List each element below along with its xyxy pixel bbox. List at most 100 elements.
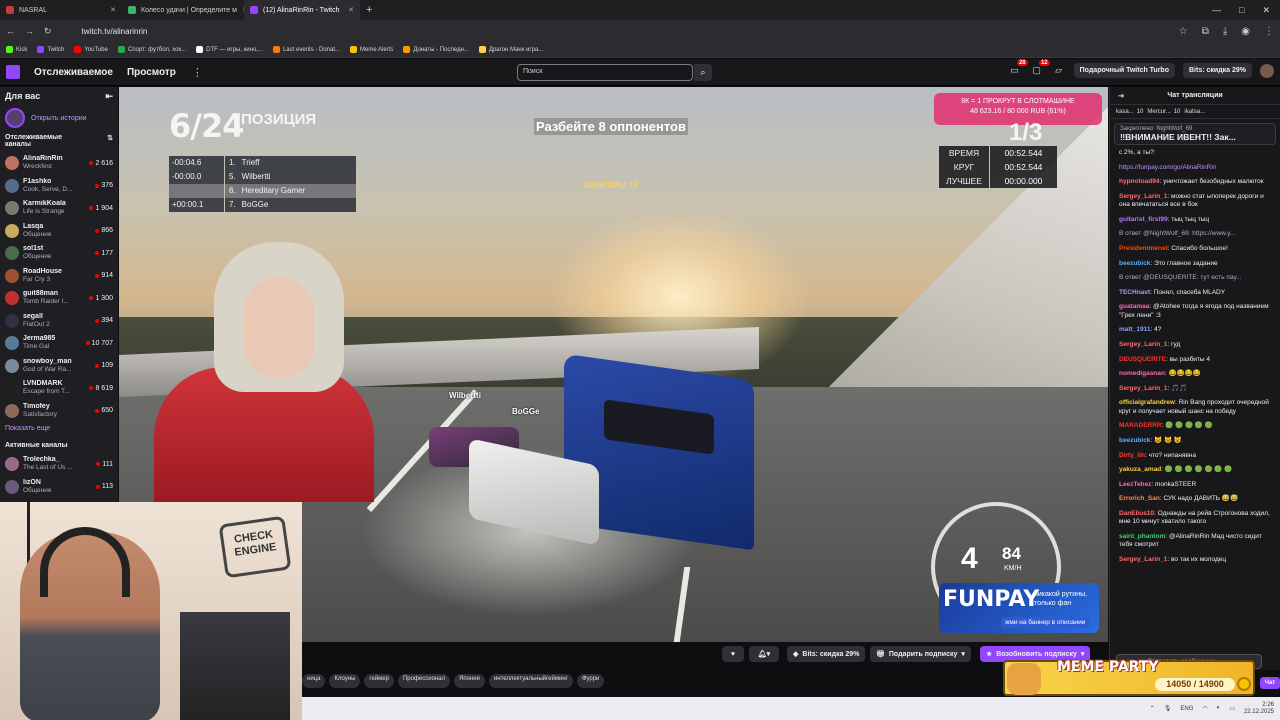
gifter[interactable]: Mercur... 10 [1147,109,1180,115]
volume-icon[interactable]: 🔈︎ [1217,705,1221,712]
chat-username[interactable]: DanElius10 [1119,510,1154,517]
sidebar-channel[interactable]: Timofey Satisfactory 650 [5,400,113,423]
funpay-banner[interactable]: FUNPAY никакой рутины, только фан жми на … [939,583,1099,633]
sort-icon[interactable]: ⇅ [107,134,113,148]
sidebar-channel[interactable]: KarmikKoala Life is Strange 1 904 [5,197,113,220]
bookmark-star-icon[interactable]: ☆ [1179,26,1188,37]
sidebar-channel[interactable]: guit88man Tomb Raider I... 1 300 [5,287,113,310]
downloads-icon[interactable]: ⤓ [1223,26,1227,37]
profile-icon[interactable]: ◉ [1241,26,1250,37]
user-avatar[interactable] [1260,63,1274,78]
sidebar-channel[interactable]: lizON Общение 113 [5,476,113,499]
stream-tag[interactable]: геймер [364,674,394,688]
collapse-icon[interactable]: ⇤ [105,91,113,102]
chat-username[interactable]: MARADERRR [1119,422,1162,429]
sidebar-channel[interactable]: AlinaRinRin Wreckfest 2 616 [5,152,113,175]
browser-tab[interactable]: Колесо удачи | Определите м✕ [122,0,244,20]
language-indicator[interactable]: ENG [1180,706,1193,712]
minimize-icon[interactable]: — [1212,5,1221,16]
chat-username[interactable]: Presidentmenet [1119,245,1168,252]
whispers-icon[interactable]: ▱ [1052,65,1066,77]
battery-icon[interactable]: ▭ [1229,705,1235,712]
notifications-icon[interactable]: ▢ 12 [1030,59,1050,77]
bookmark-item[interactable]: Meme Alerts [350,46,393,53]
chat-username[interactable]: hypnotoad94 [1119,178,1159,185]
forward-icon[interactable]: → [25,26,34,36]
browser-tab[interactable]: NASRAL ✕ [0,0,122,20]
chat-username[interactable]: Sergey_Larin_1 [1119,385,1167,392]
sidebar-channel[interactable]: segall FlatOut 2 394 [5,310,113,333]
chat-username[interactable]: officialgrafandrew [1119,399,1175,406]
chat-username[interactable]: Dirty_lin [1119,452,1145,459]
search-icon[interactable]: ⌕ [694,64,712,81]
wifi-icon[interactable]: ◠ [1202,705,1207,712]
more-icon[interactable]: ⋮ [192,66,203,79]
chat-username[interactable]: Sergey_Larin_1 [1119,556,1167,563]
chat-username[interactable]: beezubick [1119,437,1150,444]
bits-button[interactable]: ◆ Bits: скидка 29% [787,646,866,662]
chat-username[interactable]: Errorich_San [1119,495,1160,502]
gift-sub-button[interactable]: 🎁︎ Подарить подписку ▾ [870,646,971,662]
chat-username[interactable]: saint_phantom [1119,533,1165,540]
inbox-icon[interactable]: ▭ 28 [1008,59,1028,77]
chat-username[interactable]: guatamaa [1119,303,1149,310]
back-icon[interactable]: ← [6,26,15,36]
nav-following[interactable]: Отслеживаемое [34,67,113,78]
twitch-logo-icon[interactable] [6,65,20,79]
bookmark-item[interactable]: Twitch [37,46,64,53]
browser-tab-active[interactable]: (12) AlinaRinRin - Twitch ✕ [244,0,360,20]
chat-username[interactable]: nomedigasnan [1119,370,1165,377]
tray-up-icon[interactable]: ⌃ [1150,705,1155,712]
nav-browse[interactable]: Просмотр [127,67,176,78]
bookmark-item[interactable]: Last events - Donat... [272,46,340,53]
chat-username[interactable]: Sergey_Larin_1 [1119,193,1167,200]
close-icon[interactable]: ✕ [110,6,116,14]
sidebar-channel[interactable]: Lasqa Общение 866 [5,220,113,243]
sidebar-channel[interactable]: RoadHouse Far Cry 3 914 [5,265,113,288]
chat-username[interactable]: LeezTehez [1119,481,1151,488]
chat-username[interactable]: Sergey_Larin_1 [1119,341,1167,348]
stream-tag[interactable]: ница [302,674,326,688]
stream-tag[interactable]: интеллектуальныйгейминг [488,674,573,688]
stories-link[interactable]: Открыть истории [5,108,113,128]
sidebar-channel[interactable]: F1ashko Cook, Serve, D... 376 [5,175,113,198]
sidebar-channel[interactable]: sol1st Общение 177 [5,242,113,265]
stream-tag[interactable]: Профессионал [397,674,451,688]
notifications-bell-icon[interactable]: 🔔︎▾ [749,646,779,662]
close-window-icon[interactable]: ✕ [1262,5,1270,16]
collapse-chat-icon[interactable]: ⇥ [1118,92,1124,100]
bookmark-item[interactable]: Спорт: футбол, хок... [117,46,186,53]
sidebar-channel[interactable]: snowboy_man God of War Ra... 109 [5,355,113,378]
stream-tag[interactable]: Клоуны [329,674,361,688]
sidebar-channel[interactable]: LVNDMARK Escape from T... 8 619 [5,377,113,400]
clock[interactable]: 2:26 22.12.2025 [1244,702,1274,716]
bookmark-item[interactable]: Донаты - Последн... [403,46,469,53]
bookmark-item[interactable]: DTF — игры, кино,... [196,46,263,53]
gift-turbo-button[interactable]: Подарочный Twitch Turbo [1073,63,1175,78]
extensions-icon[interactable]: ⧉ [1202,26,1209,37]
stream-tag[interactable]: Япония [454,674,485,688]
stream-tag[interactable]: Фурри [576,674,605,688]
close-icon[interactable]: ✕ [348,6,354,14]
pinned-message[interactable]: Закреплено: NightWolf_69 ‼ВНИМАНИЕ ИВЕНТ… [1114,123,1276,145]
search-input[interactable]: Поиск [517,64,693,81]
maximize-icon[interactable]: □ [1239,5,1244,16]
bits-sale-button[interactable]: Bits: скидка 29% [1183,63,1252,78]
gifter[interactable]: ikatsa... [1184,109,1208,115]
chat-username[interactable]: TECHnavt [1119,289,1150,296]
show-more-link[interactable]: Показать еще [5,425,113,432]
bookmark-item[interactable]: YouTube [74,46,108,53]
chat-username[interactable]: DEUSQUERITE [1119,356,1166,363]
mic-icon[interactable]: 🎙︎ [1164,705,1172,712]
chat-username[interactable]: guitarist_first99 [1119,216,1168,223]
gifter[interactable]: kasa... 10 [1116,109,1143,115]
heart-icon[interactable]: ♥ [722,646,744,662]
url-field[interactable]: twitch.tv/alinarinrin [82,27,148,36]
chat-username[interactable]: yakuza_amad [1119,466,1161,473]
sidebar-channel[interactable]: Trolechka_ The Last of Us ... 111 [5,453,113,476]
chat-send-button[interactable]: Чат [1260,677,1280,689]
chat-username[interactable]: matt_1911 [1119,326,1150,333]
sidebar-channel[interactable]: Jerma985 Time Gal 10 707 [5,332,113,355]
menu-icon[interactable]: ⋮ [1264,26,1274,37]
bookmark-item[interactable]: Kick [6,46,27,53]
